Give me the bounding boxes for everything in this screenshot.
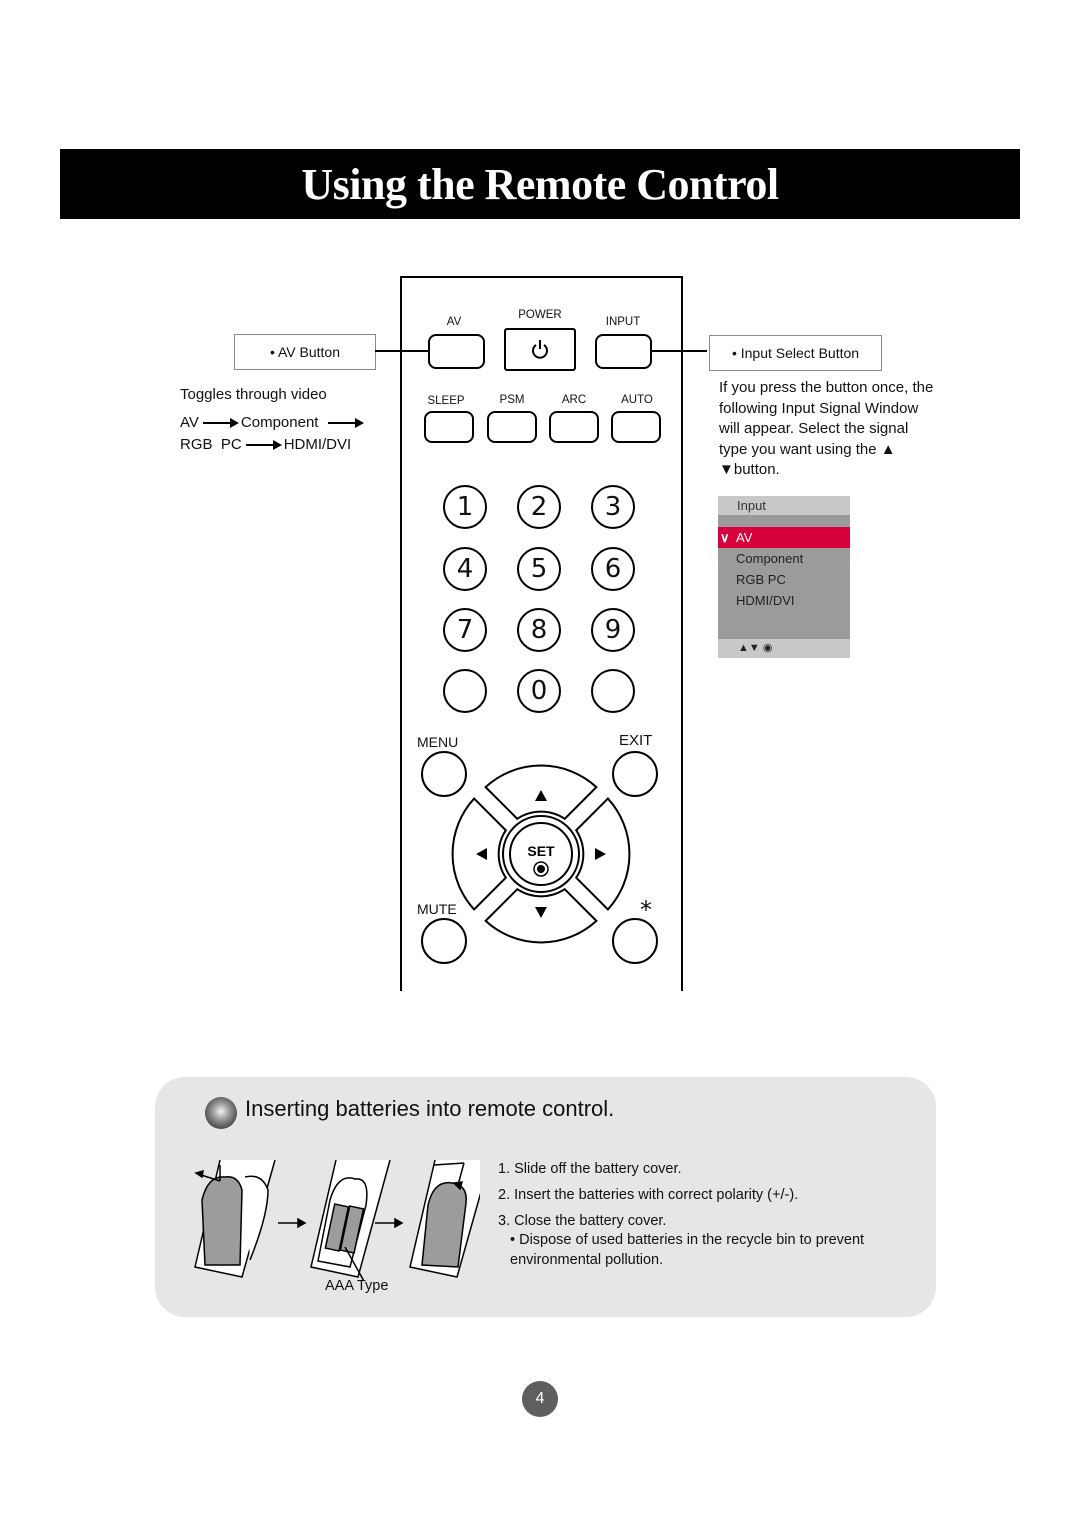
number-button-1[interactable]: 1 [443,485,487,529]
input-window-title: Input [718,496,850,515]
sequence-rgb-pc: RGB PC [180,436,242,453]
section-bullet-icon [205,1097,237,1129]
number-button-3[interactable]: 3 [591,485,635,529]
sequence-av: AV [180,414,199,431]
input-description: If you press the button once, the follow… [719,379,934,478]
blank-button-right[interactable] [591,669,635,713]
blank-button-left[interactable] [443,669,487,713]
number-button-5[interactable]: 5 [517,547,561,591]
sleep-button-label: SLEEP [427,395,465,407]
check-icon: ∨ [720,530,730,545]
number-button-2[interactable]: 2 [517,485,561,529]
av-button-callout: • AV Button [234,334,376,370]
av-description: Toggles through video AV Component RGB P… [180,384,366,456]
number-button-8[interactable]: 8 [517,608,561,652]
battery-step-1: 1. Slide off the battery cover. [498,1161,682,1177]
menu-button-label: MENU [417,734,459,750]
sequence-component: Component [240,414,319,431]
arrow-right-icon [278,1217,307,1229]
input-button[interactable] [595,334,652,369]
battery-disposal-note: • Dispose of used batteries in the recyc… [510,1232,865,1268]
direction-pad: SET [451,764,631,944]
input-button-label: INPUT [605,316,641,328]
exit-button-label: EXIT [619,732,653,749]
arc-button-label: ARC [561,394,587,406]
number-button-0[interactable]: 0 [517,669,561,713]
input-option-component[interactable]: Component [718,548,850,569]
input-select-callout-label: • Input Select Button [731,345,860,361]
input-option-rgb-pc[interactable]: RGB PC [718,569,850,590]
number-button-7[interactable]: 7 [443,608,487,652]
battery-illustrations [194,1159,480,1280]
power-button-label: POWER [518,309,562,321]
battery-section-heading: Inserting batteries into remote control. [245,1096,615,1121]
number-button-6[interactable]: 6 [591,547,635,591]
remote-open-cover-illustration [194,1159,276,1278]
power-icon [532,339,548,359]
title-bar: Using the Remote Control [60,149,1020,219]
arc-button[interactable] [549,411,599,443]
remote-close-cover-illustration [409,1159,480,1278]
arrow-right-icon [202,418,239,428]
set-dot-icon [537,865,545,873]
av-button-label: AV [446,316,462,328]
av-description-text: Toggles through video [180,386,327,403]
sequence-hdmi-dvi: HDMI/DVI [283,436,352,453]
remote-batteries-illustration [310,1159,391,1280]
sleep-button[interactable] [424,411,474,443]
battery-step-2: 2. Insert the batteries with correct pol… [498,1187,799,1203]
input-select-callout: • Input Select Button [709,335,882,371]
psm-button-label: PSM [499,394,525,406]
battery-type-label: AAA Type [325,1278,389,1294]
input-option-av[interactable]: ∨ AV [718,527,850,548]
auto-button[interactable] [611,411,661,443]
arrow-right-icon [375,1217,404,1229]
arrow-right-icon [328,418,365,428]
input-option-hdmi-dvi[interactable]: HDMI/DVI [718,590,850,611]
page-title: Using the Remote Control [301,159,779,209]
input-signal-window: Input ∨ AV Component RGB PC HDMI/DVI ▲▼ … [718,496,850,658]
av-button[interactable] [428,334,485,369]
battery-steps: 1. Slide off the battery cover. 2. Inser… [498,1156,910,1270]
auto-button-label: AUTO [621,394,653,406]
navigation-hint-icons: ▲▼ ◉ [718,639,850,658]
psm-button[interactable] [487,411,537,443]
number-button-4[interactable]: 4 [443,547,487,591]
power-button[interactable] [504,328,576,371]
av-button-callout-label: • AV Button [269,344,341,360]
set-label: SET [527,843,555,859]
page-number: 4 [522,1381,558,1417]
number-button-9[interactable]: 9 [591,608,635,652]
arrow-right-icon [245,440,282,450]
